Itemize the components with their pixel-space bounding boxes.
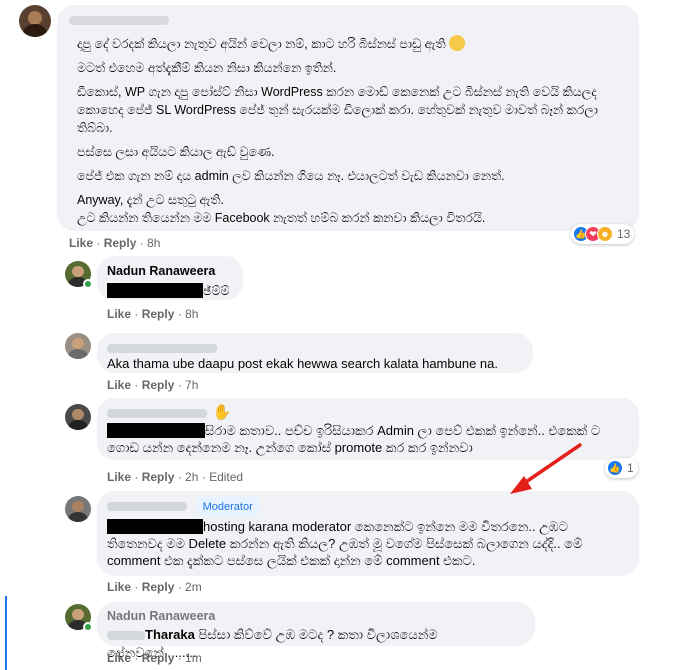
smiling-face-icon <box>449 35 466 51</box>
timestamp[interactable]: 2h <box>185 470 198 484</box>
redacted-text <box>107 423 205 438</box>
comment-text: උට කියන්න තියෙන්න මම Facebook නැතත් හම්බ… <box>77 211 486 225</box>
comment-text: මටත් එහෙම අත්දැකීම් කියන නිසා කියන්නෙ ඉත… <box>77 61 337 75</box>
comment-text: පේජ් එක ගැන නම් දාය admin ලව කියන්න ගියෙ… <box>77 169 505 183</box>
comment-bubble: Nadun Ranaweera Tharaka පිස්සා කිව්වේ උඹ… <box>97 602 535 660</box>
timestamp[interactable]: 8h <box>147 236 160 250</box>
comment-actions: Like · Reply · 1m <box>107 651 202 665</box>
avatar[interactable] <box>65 496 91 522</box>
comment-actions: Like · Reply · 2m <box>107 580 202 594</box>
online-status-indicator <box>83 622 93 632</box>
like-reaction-icon: 👍 <box>607 460 623 476</box>
reaction-count: 13 <box>617 227 631 241</box>
like-button[interactable]: Like <box>69 236 93 250</box>
comment-actions: Like · Reply · 8h <box>69 236 161 250</box>
avatar[interactable] <box>19 5 51 37</box>
like-button[interactable]: Like <box>107 378 131 392</box>
waving-hand-icon: ✋ <box>212 404 232 421</box>
redacted-text <box>107 519 203 534</box>
comment-bubble: Nadun Ranaweera ඡ්ම්ම් <box>97 256 243 300</box>
comment-bubble: Moderator hosting karana moderator කෙනෙක… <box>97 491 639 576</box>
comment-actions: Like · Reply · 8h <box>107 307 199 321</box>
comment-actions: Like · Reply · 2h · Edited <box>107 470 244 484</box>
like-button[interactable]: Like <box>107 470 131 484</box>
comment-bubble: Aka thama ube daapu post ekak hewwa sear… <box>97 333 533 373</box>
reply-button[interactable]: Reply <box>142 651 175 665</box>
like-button[interactable]: Like <box>107 651 131 665</box>
comment-bubble: ✋ සිරාම කතාව.. පච්ච ඉරිසියාකර Admin ලා ප… <box>97 398 639 460</box>
reply-button[interactable]: Reply <box>104 236 137 250</box>
timestamp[interactable]: 1m <box>185 651 202 665</box>
reply-button[interactable]: Reply <box>142 378 175 392</box>
comment-actions: Like · Reply · 7h <box>107 378 199 392</box>
comment-text: පස්සෙ ලසා අයියට කියාල ඇඩ් වුණෙ. <box>77 145 275 159</box>
author-header: Moderator <box>107 497 629 517</box>
reaction-count: 1 <box>627 461 634 475</box>
comment-text: Anyway, දැන් උට සතුටු ඇති. <box>77 193 225 207</box>
author-name-redacted[interactable] <box>107 502 187 512</box>
online-status-indicator <box>83 279 93 289</box>
reply-button[interactable]: Reply <box>142 307 175 321</box>
reaction-summary[interactable]: 👍 ❤ ☻ 13 <box>571 224 635 244</box>
comment-text: දාපු දේ වරදක් කියලා නැතුව අයින් වෙලා නම්… <box>77 35 627 53</box>
comment-text: ඡ්ම්ම් <box>107 282 233 300</box>
author-name[interactable]: Nadun Ranaweera <box>107 607 215 625</box>
timestamp[interactable]: 2m <box>185 580 202 594</box>
author-name-redacted[interactable] <box>69 11 627 26</box>
care-reaction-icon: ☻ <box>597 226 613 242</box>
timestamp[interactable]: 8h <box>185 307 198 321</box>
like-button[interactable]: Like <box>107 580 131 594</box>
thread-line <box>5 596 7 670</box>
author-name[interactable]: Nadun Ranaweera <box>107 262 215 280</box>
comment-text: ඩීකොස්, WP ගැන දාපු පෝස්ට් නිසා WordPres… <box>77 85 599 135</box>
comment-text: hosting karana moderator කෙනෙක්ට ඉන්නෙ ම… <box>107 519 583 568</box>
edited-label[interactable]: Edited <box>209 470 243 484</box>
redacted-text <box>107 283 203 298</box>
reply-button[interactable]: Reply <box>142 470 175 484</box>
mention-link[interactable]: Tharaka <box>145 627 195 642</box>
comment-text: Aka thama ube daapu post ekak hewwa sear… <box>107 356 498 371</box>
redacted-text <box>107 631 145 641</box>
timestamp[interactable]: 7h <box>185 378 198 392</box>
author-name-redacted[interactable]: ✋ <box>107 404 629 421</box>
reaction-summary[interactable]: 👍 1 <box>605 458 638 478</box>
comment-bubble: දාපු දේ වරදක් කියලා නැතුව අයින් වෙලා නම්… <box>57 5 639 231</box>
reply-button[interactable]: Reply <box>142 580 175 594</box>
moderator-badge: Moderator <box>196 497 259 517</box>
comment-text: සිරාම කතාව.. පච්ච ඉරිසියාකර Admin ලා පෙව… <box>107 423 601 455</box>
like-button[interactable]: Like <box>107 307 131 321</box>
avatar[interactable] <box>65 404 91 430</box>
avatar[interactable] <box>65 333 91 359</box>
author-name-redacted[interactable] <box>107 339 523 354</box>
